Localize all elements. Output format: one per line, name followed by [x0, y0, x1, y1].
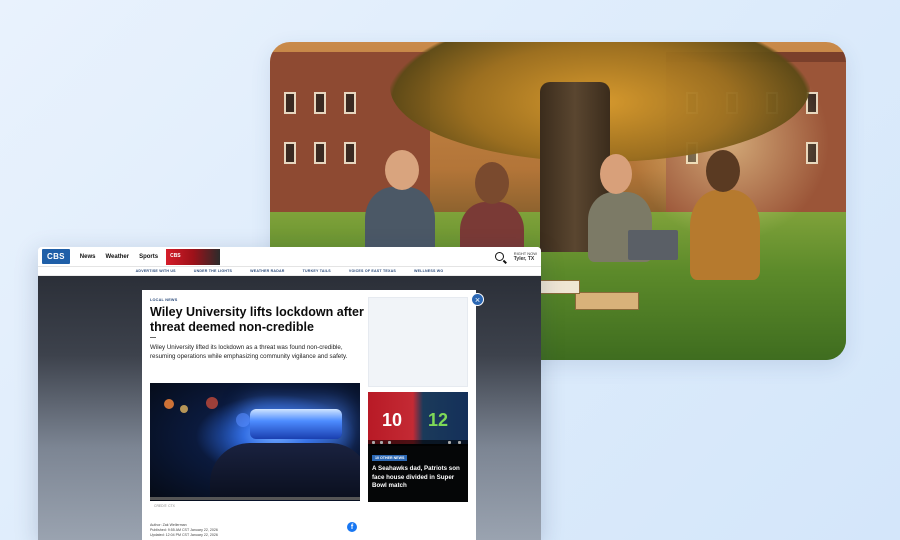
- cbs-logo[interactable]: CBS: [42, 249, 70, 264]
- police-car: [210, 443, 360, 499]
- student-4: [690, 190, 760, 280]
- divider: [150, 337, 156, 338]
- news-site-window: CBS News Weather Sports CBS RIGHT NOW Ty…: [38, 247, 541, 540]
- sub-nav: ADVERTISE WITH US UNDER THE LIGHTS WEATH…: [38, 267, 541, 276]
- top-nav: CBS News Weather Sports CBS RIGHT NOW Ty…: [38, 247, 541, 267]
- weather-location: Tyler, TX: [513, 256, 535, 262]
- student-1-head: [385, 150, 419, 190]
- jersey-number-right: 12: [428, 410, 449, 430]
- nav-sports[interactable]: Sports: [139, 254, 158, 260]
- article-kicker[interactable]: LOCAL NEWS: [150, 298, 177, 302]
- book-open: [540, 280, 580, 294]
- video-thumbnail[interactable]: 10 12: [368, 392, 468, 444]
- subnav-turkey-tails[interactable]: TURKEY TAILS: [303, 269, 331, 273]
- nav-weather[interactable]: Weather: [105, 254, 129, 260]
- ad-placeholder: [368, 297, 468, 387]
- promo-banner[interactable]: CBS: [166, 248, 221, 265]
- image-caption: CREDIT: CTX: [154, 504, 175, 508]
- video-badge: 10 OTHER NEWS: [372, 455, 408, 461]
- subnav-wellness[interactable]: WELLNESS WO: [414, 269, 443, 273]
- article-byline: Author: Zak Wellerman Published: 9:55 AM…: [150, 523, 218, 538]
- subnav-weather-radar[interactable]: WEATHER RADAR: [250, 269, 284, 273]
- article-summary: Wiley University lifted its lockdown as …: [150, 344, 348, 361]
- video-controls[interactable]: [368, 440, 468, 446]
- article-headline: Wiley University lifts lockdown after th…: [150, 305, 364, 334]
- article-modal: LOCAL NEWS Wiley University lifts lockdo…: [142, 290, 476, 540]
- student-2-head: [475, 162, 509, 204]
- video-title[interactable]: A Seahawks dad, Patriots son face house …: [372, 465, 464, 491]
- search-icon[interactable]: [494, 252, 504, 261]
- video-progress-bar[interactable]: [150, 497, 360, 500]
- laptop: [628, 230, 678, 260]
- subnav-voices[interactable]: VOICES OF EAST TEXAS: [349, 269, 396, 273]
- nav-news[interactable]: News: [80, 254, 96, 260]
- promo-badge: CBS: [170, 252, 181, 259]
- weather-widget[interactable]: RIGHT NOW Tyler, TX: [514, 251, 537, 262]
- police-siren: [250, 409, 342, 439]
- book-stack: [575, 292, 639, 310]
- facebook-share-icon[interactable]: f: [347, 522, 357, 532]
- byline-updated: Updated: 12:04 PM CST January 22, 2026: [150, 533, 218, 537]
- related-video-card[interactable]: 10 12 10 OTHER NEWS A Seahawks dad, Patr…: [368, 392, 468, 502]
- close-button[interactable]: ×: [471, 293, 484, 306]
- jersey-number-left: 10: [382, 410, 403, 430]
- student-3-head: [600, 154, 632, 194]
- hero-image-police-lights[interactable]: [150, 383, 360, 501]
- subnav-under-the-lights[interactable]: UNDER THE LIGHTS: [194, 269, 232, 273]
- student-4-head: [706, 150, 740, 192]
- subnav-advertise[interactable]: ADVERTISE WITH US: [136, 269, 176, 273]
